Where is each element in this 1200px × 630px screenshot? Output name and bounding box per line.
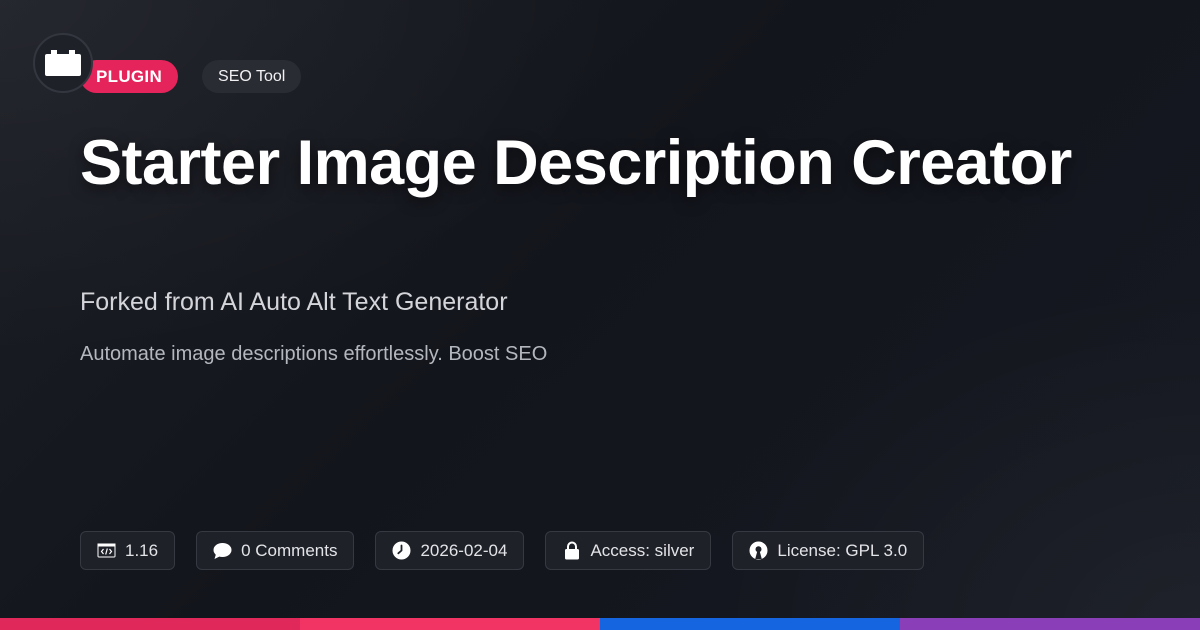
meta-row: 1.16 0 Comments 2026-02-04 Access: silve… [80,531,925,570]
access-chip: Access: silver [545,531,712,570]
code-window-icon [97,541,116,560]
date-chip: 2026-02-04 [375,531,525,570]
stripe-segment [300,618,600,630]
comments-text: 0 Comments [241,540,338,560]
license-text: License: GPL 3.0 [777,540,908,560]
clock-icon [392,541,411,560]
stripe-segment [600,618,900,630]
accent-stripe [0,618,1200,630]
open-source-icon [749,541,768,560]
license-chip[interactable]: License: GPL 3.0 [732,531,925,570]
plugin-card: PLUGIN SEO Tool Starter Image Descriptio… [0,0,1200,630]
version-text: 1.16 [125,540,159,560]
page-title: Starter Image Description Creator [80,128,1072,198]
date-text: 2026-02-04 [420,540,508,560]
logo [33,33,93,93]
version-chip: 1.16 [80,531,176,570]
forked-from-subtitle: Forked from AI Auto Alt Text Generator [80,288,508,316]
stripe-segment [900,618,1200,630]
category-tag[interactable]: SEO Tool [202,60,302,93]
plugin-block-icon [45,50,81,76]
stripe-segment [0,618,300,630]
plugin-description: Automate image descriptions effortlessly… [80,343,548,365]
lock-icon [562,541,581,560]
badge-row: PLUGIN SEO Tool [80,60,302,93]
comments-chip[interactable]: 0 Comments [196,531,355,570]
plugin-type-badge: PLUGIN [80,60,179,93]
access-text: Access: silver [590,540,695,560]
chat-bubble-icon [213,541,232,560]
